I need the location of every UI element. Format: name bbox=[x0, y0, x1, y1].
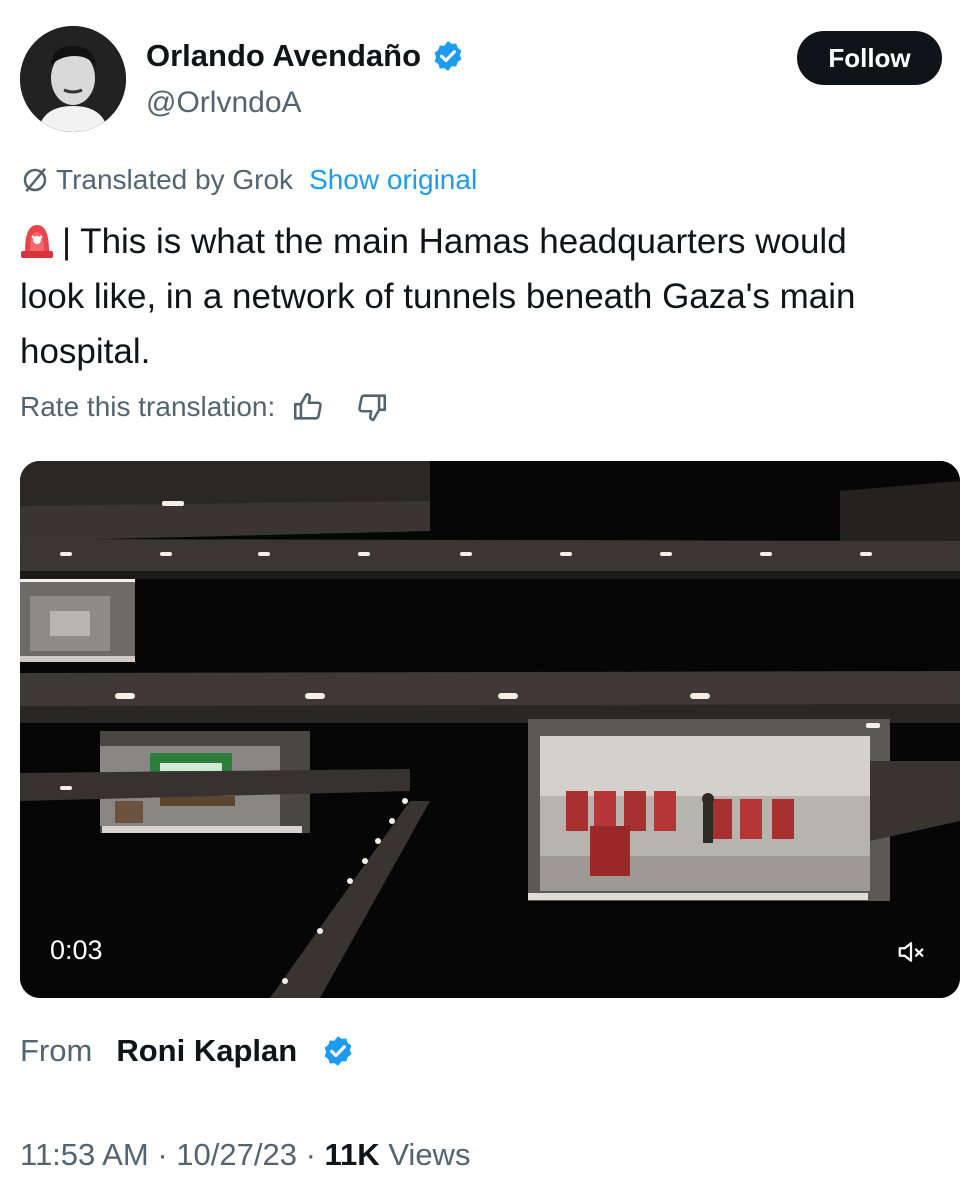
source-verified-badge-icon bbox=[321, 1034, 355, 1068]
siren-icon bbox=[20, 220, 54, 258]
video-source: From Roni Kaplan bbox=[20, 1033, 355, 1069]
post-meta: 11:53 AM · 10/27/23 · 11K Views bbox=[20, 1137, 470, 1173]
mute-icon[interactable] bbox=[896, 937, 926, 967]
video-frame bbox=[20, 461, 960, 998]
show-original-link[interactable]: Show original bbox=[309, 164, 477, 196]
verified-badge-icon bbox=[431, 39, 465, 73]
grok-icon bbox=[20, 165, 50, 195]
thumbs-up-icon[interactable] bbox=[291, 390, 325, 424]
meta-separator: · bbox=[305, 1137, 316, 1172]
author-name-row[interactable]: Orlando Avendaño bbox=[146, 38, 465, 74]
avatar[interactable] bbox=[20, 26, 126, 132]
meta-separator: · bbox=[157, 1137, 168, 1172]
from-label: From bbox=[20, 1033, 93, 1068]
thumbs-down-icon[interactable] bbox=[355, 390, 389, 424]
rate-translation: Rate this translation: bbox=[20, 390, 389, 424]
views-count: 11K bbox=[324, 1137, 380, 1172]
video-player[interactable]: 0:03 bbox=[20, 461, 960, 998]
translation-notice: Translated by Grok Show original bbox=[20, 164, 477, 196]
rate-label: Rate this translation: bbox=[20, 391, 276, 422]
post-date[interactable]: 10/27/23 bbox=[176, 1137, 297, 1172]
source-name[interactable]: Roni Kaplan bbox=[116, 1033, 297, 1069]
author-handle[interactable]: @OrlvndoA bbox=[146, 86, 302, 120]
author-name[interactable]: Orlando Avendaño bbox=[146, 38, 421, 74]
post-text: | This is what the main Hamas headquarte… bbox=[20, 222, 856, 371]
post-text-container: | This is what the main Hamas headquarte… bbox=[20, 214, 920, 379]
translated-label: Translated by Grok bbox=[56, 164, 294, 195]
views-label: Views bbox=[388, 1137, 471, 1172]
video-timestamp: 0:03 bbox=[50, 935, 103, 965]
follow-button[interactable]: Follow bbox=[797, 31, 942, 85]
post-time[interactable]: 11:53 AM bbox=[20, 1137, 149, 1172]
